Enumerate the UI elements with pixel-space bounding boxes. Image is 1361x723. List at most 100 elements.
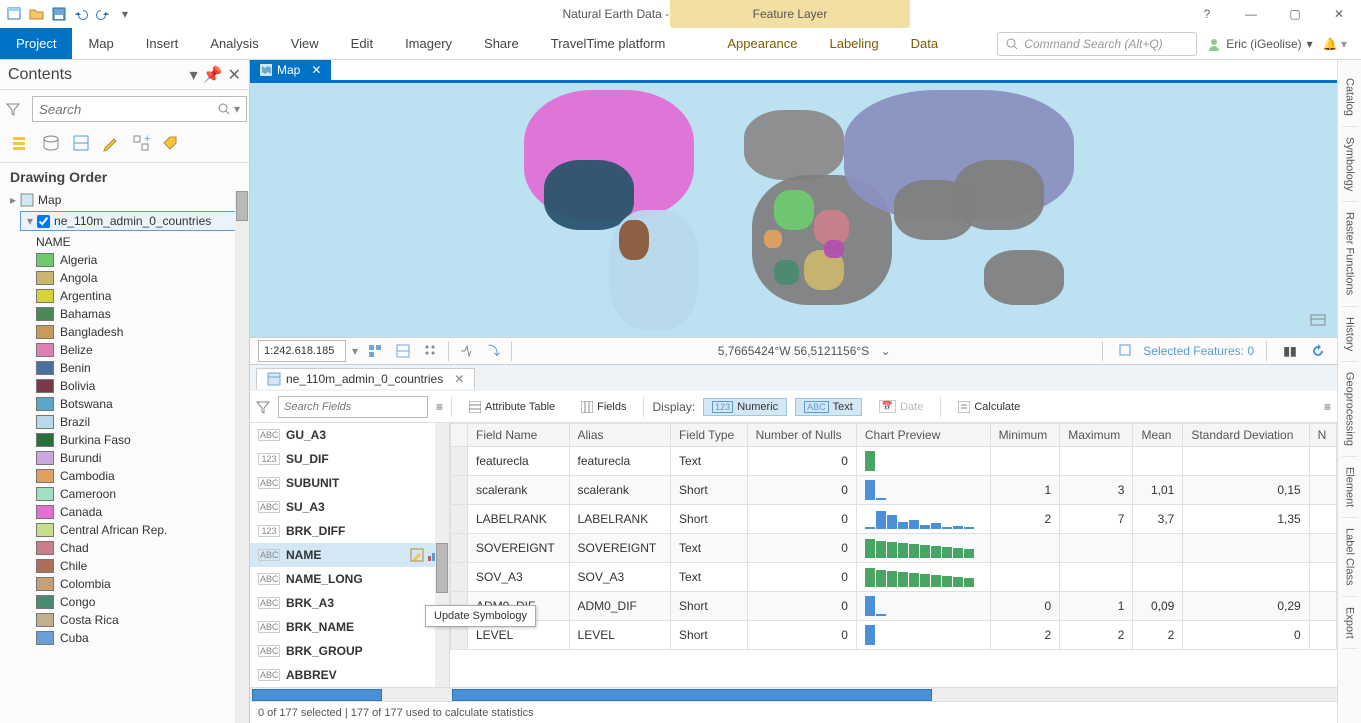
- map-options-icon[interactable]: [1309, 311, 1327, 329]
- legend-item[interactable]: Belize: [36, 341, 249, 359]
- dock-tab[interactable]: Element: [1342, 457, 1358, 518]
- list-by-labeling-icon[interactable]: [160, 132, 182, 154]
- legend-item[interactable]: Burkina Faso: [36, 431, 249, 449]
- field-list-row[interactable]: ABCNAME: [250, 543, 449, 567]
- dock-tab[interactable]: Catalog: [1342, 68, 1358, 127]
- table-row[interactable]: scalerank scalerank Short 0 1 3 1,01 0,1…: [451, 476, 1337, 505]
- attribute-table-button[interactable]: Attribute Table: [460, 398, 564, 416]
- legend-item[interactable]: Cuba: [36, 629, 249, 647]
- map-canvas[interactable]: [250, 83, 1337, 337]
- ribbon-tab-project[interactable]: Project: [0, 28, 72, 59]
- ribbon-tab-map[interactable]: Map: [72, 28, 129, 59]
- field-list-row[interactable]: ABCBRK_GROUP: [250, 639, 449, 663]
- table-of-contents[interactable]: ▸ Map ▾ ne_110m_admin_0_countries NAME A…: [0, 191, 249, 647]
- map-view-tab[interactable]: Map ✕: [250, 60, 331, 80]
- ribbon-tab-edit[interactable]: Edit: [335, 28, 389, 59]
- ribbon-tab-labeling[interactable]: Labeling: [813, 28, 894, 59]
- attribute-tab[interactable]: ne_110m_admin_0_countries ✕: [256, 368, 475, 389]
- field-list-row[interactable]: 123SU_DIF: [250, 447, 449, 471]
- legend-item[interactable]: Colombia: [36, 575, 249, 593]
- menu-icon[interactable]: ≡: [436, 400, 443, 414]
- search-dropdown-icon[interactable]: ▾: [234, 102, 240, 116]
- autohide-icon[interactable]: 📌: [203, 65, 223, 85]
- column-header[interactable]: Standard Deviation: [1183, 424, 1309, 447]
- command-search[interactable]: Command Search (Alt+Q): [997, 32, 1197, 56]
- open-icon[interactable]: [28, 5, 46, 23]
- legend-item[interactable]: Central African Rep.: [36, 521, 249, 539]
- contents-scrollbar[interactable]: [235, 191, 249, 723]
- legend-item[interactable]: Brazil: [36, 413, 249, 431]
- ribbon-tab-analysis[interactable]: Analysis: [194, 28, 274, 59]
- field-list-row[interactable]: 123BRK_DIFF: [250, 519, 449, 543]
- legend-item[interactable]: Chile: [36, 557, 249, 575]
- legend-item[interactable]: Chad: [36, 539, 249, 557]
- column-header[interactable]: Maximum: [1060, 424, 1133, 447]
- ribbon-tab-share[interactable]: Share: [468, 28, 535, 59]
- legend-item[interactable]: Burundi: [36, 449, 249, 467]
- dock-tab[interactable]: Geoprocessing: [1342, 362, 1358, 457]
- column-header[interactable]: Mean: [1133, 424, 1183, 447]
- column-header[interactable]: Chart Preview: [856, 424, 990, 447]
- field-list-row[interactable]: ABCSUBUNIT: [250, 471, 449, 495]
- undo-icon[interactable]: [72, 5, 90, 23]
- snapping-icon[interactable]: [455, 340, 477, 362]
- filter-icon[interactable]: [0, 102, 26, 116]
- list-by-selection-icon[interactable]: [70, 132, 92, 154]
- legend-item[interactable]: Congo: [36, 593, 249, 611]
- table-row[interactable]: featurecla featurecla Text 0: [451, 447, 1337, 476]
- field-list-row[interactable]: ABCABBREV: [250, 663, 449, 687]
- legend-item[interactable]: Benin: [36, 359, 249, 377]
- column-header[interactable]: Field Type: [671, 424, 748, 447]
- field-list-row[interactable]: ABCGU_A3: [250, 423, 449, 447]
- arrow-icon[interactable]: ⤵: [483, 340, 505, 362]
- scale-dropdown-icon[interactable]: ▾: [352, 344, 358, 358]
- field-list-row[interactable]: ABCBRK_A3: [250, 591, 449, 615]
- field-list[interactable]: ABCGU_A3123SU_DIFABCSUBUNITABCSU_A3123BR…: [250, 423, 450, 687]
- legend-item[interactable]: Cambodia: [36, 467, 249, 485]
- table-row[interactable]: LEVEL LEVEL Short 0 2 2 2 0: [451, 621, 1337, 650]
- dock-tab[interactable]: Raster Functions: [1342, 202, 1358, 306]
- date-toggle[interactable]: 📅Date: [870, 397, 932, 416]
- tab-close-icon[interactable]: ✕: [311, 63, 321, 77]
- table-row[interactable]: LABELRANK LABELRANK Short 0 2 7 3,7 1,35: [451, 505, 1337, 534]
- field-statistics-table[interactable]: Field NameAliasField TypeNumber of Nulls…: [450, 423, 1337, 687]
- ribbon-tab-insert[interactable]: Insert: [130, 28, 195, 59]
- select-features-icon[interactable]: [1115, 340, 1137, 362]
- legend-item[interactable]: Argentina: [36, 287, 249, 305]
- scale-input[interactable]: 1:242.618.185: [258, 340, 346, 362]
- user-menu[interactable]: Eric (iGeolise) ▾: [1207, 37, 1312, 51]
- stats-table-hscroll[interactable]: [450, 687, 1337, 701]
- calculate-button[interactable]: Calculate: [949, 398, 1029, 416]
- update-symbology-icon[interactable]: [410, 548, 424, 562]
- toolbar-menu-icon[interactable]: ≡: [1324, 400, 1331, 414]
- dock-tab[interactable]: Label Class: [1342, 518, 1358, 596]
- ribbon-tab-view[interactable]: View: [275, 28, 335, 59]
- help-icon[interactable]: ?: [1195, 2, 1219, 26]
- redo-icon[interactable]: [94, 5, 112, 23]
- tab-close-icon[interactable]: ✕: [454, 372, 464, 386]
- list-by-snapping-icon[interactable]: +: [130, 132, 152, 154]
- ribbon-tab-appearance[interactable]: Appearance: [711, 28, 813, 59]
- pane-close-icon[interactable]: ✕: [228, 65, 241, 85]
- nav-tool-icon-2[interactable]: [392, 340, 414, 362]
- list-by-source-icon[interactable]: [40, 132, 62, 154]
- column-header[interactable]: Field Name: [468, 424, 570, 447]
- legend-item[interactable]: Costa Rica: [36, 611, 249, 629]
- save-icon[interactable]: [50, 5, 68, 23]
- legend-item[interactable]: Bolivia: [36, 377, 249, 395]
- nav-tool-icon-3[interactable]: [420, 340, 442, 362]
- list-by-drawing-order-icon[interactable]: [10, 132, 32, 154]
- search-fields-input-wrap[interactable]: [278, 396, 428, 418]
- minimize-button[interactable]: —: [1239, 2, 1263, 26]
- ribbon-tab-data[interactable]: Data: [895, 28, 954, 59]
- table-row[interactable]: SOVEREIGNT SOVEREIGNT Text 0: [451, 534, 1337, 563]
- column-header[interactable]: Alias: [569, 424, 671, 447]
- field-list-hscroll[interactable]: [250, 687, 450, 701]
- nav-tool-icon-1[interactable]: [364, 340, 386, 362]
- numeric-toggle[interactable]: 123Numeric: [703, 398, 787, 416]
- field-list-row[interactable]: ABCBRK_NAME: [250, 615, 449, 639]
- column-header[interactable]: Number of Nulls: [747, 424, 856, 447]
- expand-icon[interactable]: ▸: [10, 193, 16, 207]
- qat-dropdown-icon[interactable]: ▾: [116, 5, 134, 23]
- legend-item[interactable]: Canada: [36, 503, 249, 521]
